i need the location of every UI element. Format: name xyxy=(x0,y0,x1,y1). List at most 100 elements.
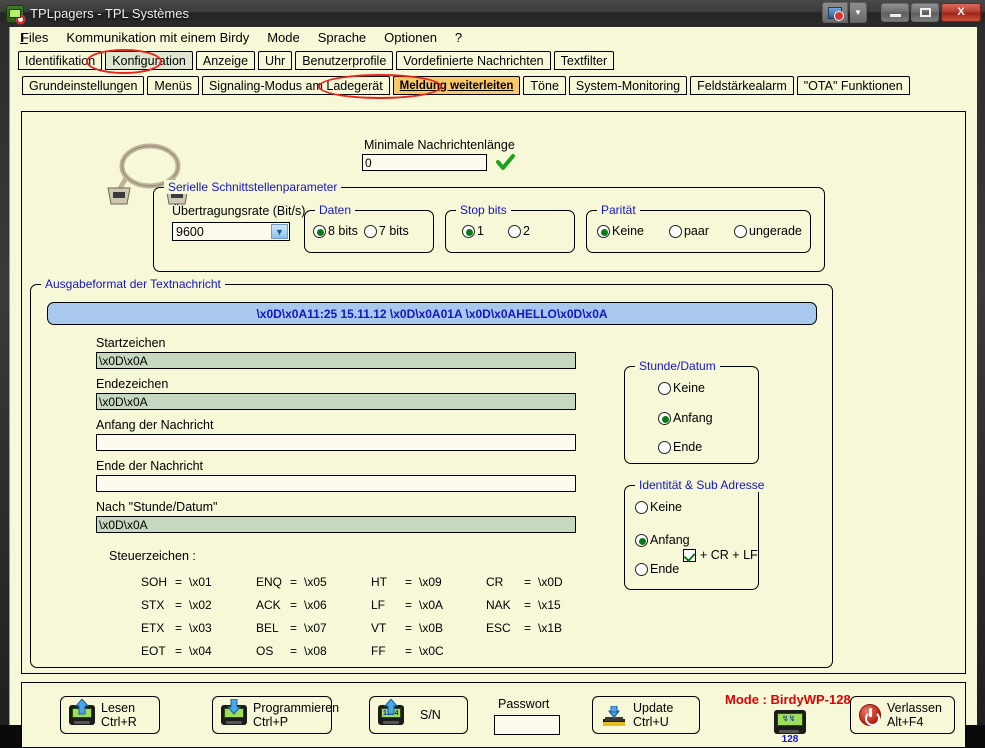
identity-legend: Identität & Sub Adresse xyxy=(635,478,768,492)
cc-name: VT xyxy=(371,621,405,635)
menu-item-mode[interactable]: Mode xyxy=(267,30,300,45)
cc-name: FF xyxy=(371,644,405,658)
endezeichen-input[interactable]: \x0D\x0A xyxy=(96,393,576,410)
menu-item-files[interactable]: FFiles xyxy=(20,30,48,45)
checkbox-crlf-box xyxy=(683,549,696,562)
cc-eq: = xyxy=(524,621,538,635)
password-input[interactable] xyxy=(494,715,560,735)
minimize-button[interactable] xyxy=(881,3,909,22)
radio-identity-ende[interactable]: Ende xyxy=(635,562,679,576)
cc-eq: = xyxy=(524,575,538,589)
menu-item-help[interactable]: ? xyxy=(455,30,462,45)
mode-label: Mode : BirdyWP-128 xyxy=(725,692,851,707)
tab-textfilter[interactable]: Textfilter xyxy=(554,51,615,70)
control-chars-col-3: HT=\x09 LF=\x0A VT=\x0B FF=\x0C xyxy=(371,575,444,658)
app-menu-button[interactable] xyxy=(822,2,848,23)
parity-group: Parität Keine paar ungerade xyxy=(586,210,811,253)
min-length-input[interactable]: 0 xyxy=(362,154,487,171)
cc-name: OS xyxy=(256,644,290,658)
minimize-icon xyxy=(890,14,901,17)
radio-stop-1-dot xyxy=(462,225,475,238)
tab-menues[interactable]: Menüs xyxy=(147,76,199,95)
radio-hourdate-anfang-label: Anfang xyxy=(673,411,713,425)
tab-grundeinstellungen[interactable]: Grundeinstellungen xyxy=(22,76,144,95)
cc-name: BEL xyxy=(256,621,290,635)
startzeichen-label: Startzeichen xyxy=(96,336,165,350)
radio-hourdate-ende-label: Ende xyxy=(673,440,702,454)
pager-upload-icon xyxy=(69,705,95,725)
exit-button[interactable]: VerlassenAlt+F4 xyxy=(850,696,955,734)
tab-feldstaerkealarm[interactable]: Feldstärkealarm xyxy=(690,76,794,95)
cc-eq: = xyxy=(290,575,304,589)
menu-item-sprache[interactable]: Sprache xyxy=(318,30,366,45)
cc-name: LF xyxy=(371,598,405,612)
program-button[interactable]: ProgrammierenCtrl+P xyxy=(212,696,332,734)
cc-name: ESC xyxy=(486,621,524,635)
radio-parity-paar[interactable]: paar xyxy=(669,224,709,238)
serial-params-legend: Serielle Schnittstellenparameter xyxy=(164,180,341,194)
window-title: TPLpagers - TPL Systèmes xyxy=(30,6,189,21)
radio-7bits[interactable]: 7 bits xyxy=(364,224,409,238)
menu-bar: FFiles Kommunikation mit einem Birdy Mod… xyxy=(10,27,977,48)
title-bar[interactable]: TPLpagers - TPL Systèmes ▼ X xyxy=(0,0,985,27)
secondary-tab-bar: Grundeinstellungen Menüs Signaling-Modus… xyxy=(10,73,977,95)
close-button[interactable]: X xyxy=(941,3,981,22)
tab-signaling-modus[interactable]: Signaling-Modus am Ladegerät xyxy=(202,76,390,95)
read-button-shortcut: Ctrl+R xyxy=(101,715,137,729)
menu-item-kommunikation[interactable]: Kommunikation mit einem Birdy xyxy=(66,30,249,45)
radio-identity-anfang-dot xyxy=(635,534,648,547)
cc-code: \x09 xyxy=(419,575,444,589)
radio-hourdate-anfang[interactable]: Anfang xyxy=(658,411,713,425)
startzeichen-input[interactable]: \x0D\x0A xyxy=(96,352,576,369)
tab-konfiguration[interactable]: Konfiguration xyxy=(105,51,193,70)
radio-8bits[interactable]: 8 bits xyxy=(313,224,358,238)
baudrate-value: 9600 xyxy=(176,225,204,239)
radio-identity-keine[interactable]: Keine xyxy=(635,500,682,514)
tab-toene[interactable]: Töne xyxy=(523,76,566,95)
tab-anzeige[interactable]: Anzeige xyxy=(196,51,255,70)
maximize-button[interactable] xyxy=(911,3,939,22)
tab-vordefinierte-nachrichten[interactable]: Vordefinierte Nachrichten xyxy=(396,51,550,70)
radio-parity-ungerade[interactable]: ungerade xyxy=(734,224,802,238)
radio-parity-keine[interactable]: Keine xyxy=(597,224,644,238)
control-chars-title: Steuerzeichen : xyxy=(109,549,196,563)
radio-stop-2[interactable]: 2 xyxy=(508,224,530,238)
control-chars-col-4: CR=\x0D NAK=\x15 ESC=\x1B xyxy=(486,575,563,635)
tab-meldung-weiterleiten[interactable]: Meldung weiterleiten xyxy=(393,76,521,95)
read-button[interactable]: LesenCtrl+R xyxy=(60,696,160,734)
tab-benutzerprofile[interactable]: Benutzerprofile xyxy=(295,51,393,70)
cc-code: \x1B xyxy=(538,621,563,635)
radio-hourdate-keine[interactable]: Keine xyxy=(658,381,705,395)
ende-der-nachricht-input[interactable] xyxy=(96,475,576,492)
radio-hourdate-anfang-dot xyxy=(658,412,671,425)
radio-hourdate-keine-label: Keine xyxy=(673,381,705,395)
nach-stunde-datum-input[interactable]: \x0D\x0A xyxy=(96,516,576,533)
radio-stop-1[interactable]: 1 xyxy=(462,224,484,238)
output-format-group: Ausgabeformat der Textnachricht \x0D\x0A… xyxy=(30,284,833,668)
cc-name: SOH xyxy=(141,575,175,589)
device-badge: ↯↯ 128 xyxy=(774,710,806,745)
chevron-down-icon[interactable]: ▼ xyxy=(271,224,288,239)
cc-eq: = xyxy=(175,621,189,635)
data-bits-legend: Daten xyxy=(315,203,355,217)
menu-item-optionen[interactable]: Optionen xyxy=(384,30,437,45)
chevron-down-icon[interactable]: ▼ xyxy=(850,2,867,23)
identity-group: Identität & Sub Adresse Keine Anfang End… xyxy=(624,485,759,590)
update-button[interactable]: UpdateCtrl+U xyxy=(592,696,700,734)
tab-uhr[interactable]: Uhr xyxy=(258,51,292,70)
radio-hourdate-ende[interactable]: Ende xyxy=(658,440,702,454)
tab-system-monitoring[interactable]: System-Monitoring xyxy=(569,76,687,95)
tab-identifikation[interactable]: Identifikation xyxy=(18,51,102,70)
serial-number-button[interactable]: 1234 S/N xyxy=(369,696,468,734)
footer-toolbar: LesenCtrl+R ProgrammierenCtrl+P 1234 S/ xyxy=(21,682,966,748)
serial-params-group: Serielle Schnittstellenparameter Übertra… xyxy=(153,187,825,272)
tab-ota-funktionen[interactable]: "OTA" Funktionen xyxy=(797,76,910,95)
cc-name: CR xyxy=(486,575,524,589)
update-button-shortcut: Ctrl+U xyxy=(633,715,673,729)
update-button-label: Update xyxy=(633,701,673,715)
hour-date-group: Stunde/Datum Keine Anfang Ende xyxy=(624,366,759,464)
baudrate-select[interactable]: 9600 ▼ xyxy=(172,222,290,241)
anfang-der-nachricht-input[interactable] xyxy=(96,434,576,451)
radio-identity-anfang[interactable]: Anfang xyxy=(635,533,690,547)
checkbox-crlf[interactable]: + CR + LF xyxy=(683,548,758,562)
